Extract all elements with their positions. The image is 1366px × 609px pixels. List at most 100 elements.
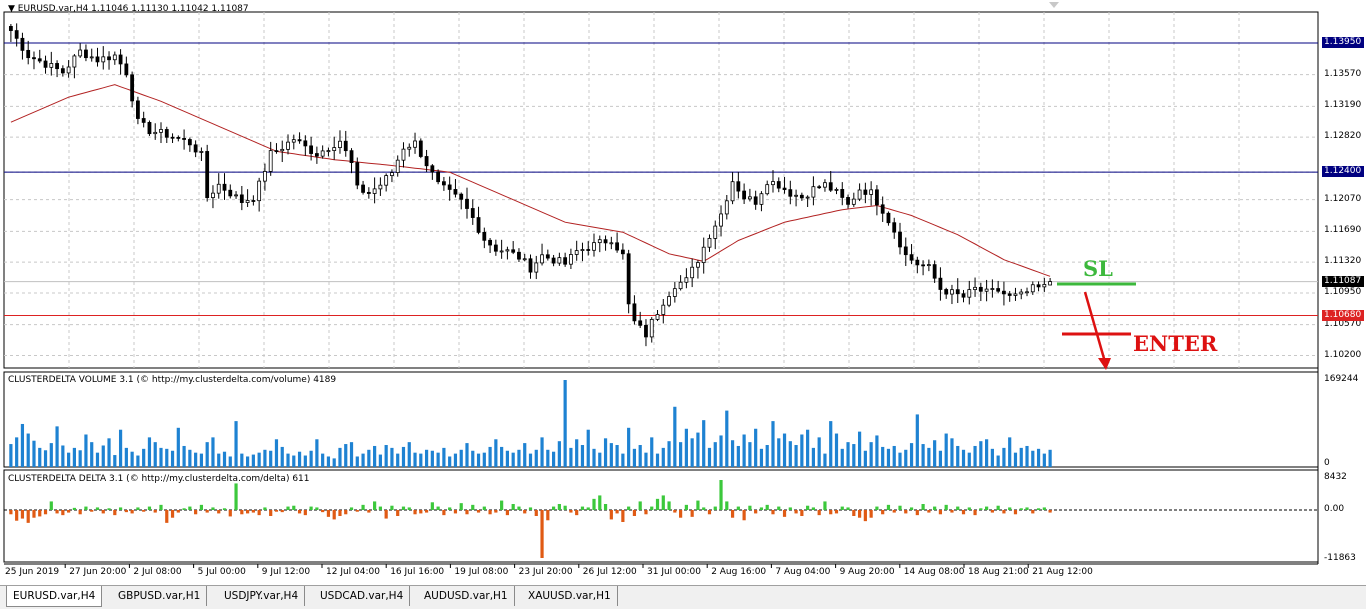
- candle-body: [418, 140, 423, 157]
- candle-body: [655, 314, 660, 320]
- delta-bar: [228, 510, 232, 517]
- candle-body: [1030, 284, 1035, 293]
- chart-tab-audusd[interactable]: AUDUSD.var,H1: [418, 586, 515, 606]
- candle-body: [799, 194, 804, 199]
- delta-bar: [909, 507, 914, 510]
- scroll-marker-icon[interactable]: [1049, 2, 1059, 8]
- delta-bar: [609, 510, 613, 520]
- delta-bar: [627, 506, 631, 510]
- delta-bar: [580, 506, 585, 510]
- volume-bar: [719, 435, 723, 467]
- volume-bar: [488, 446, 492, 467]
- volume-bar: [43, 450, 48, 467]
- delta-bar: [863, 510, 867, 522]
- candle-body: [239, 194, 244, 203]
- delta-bar: [401, 506, 406, 510]
- volume-bar: [834, 433, 839, 467]
- candle-body: [771, 181, 775, 186]
- volume-bar: [921, 444, 925, 467]
- delta-bar: [944, 504, 948, 510]
- volume-bar: [967, 452, 971, 467]
- volume-bar: [650, 437, 654, 467]
- volume-bar: [1008, 437, 1012, 467]
- volume-axis-label: 169244: [1324, 374, 1359, 384]
- delta-bar: [603, 504, 608, 510]
- candle-body: [37, 58, 42, 62]
- volume-bar: [1031, 450, 1035, 467]
- volume-bar: [528, 453, 533, 467]
- volume-bar: [274, 439, 279, 467]
- volume-bar: [569, 447, 573, 467]
- delta-bar: [136, 507, 140, 510]
- candle-body: [505, 249, 510, 252]
- volume-bar: [944, 433, 948, 467]
- volume-bar: [90, 442, 94, 467]
- volume-bar: [217, 453, 221, 467]
- candle-body: [101, 56, 106, 63]
- chart-tab-usdcad[interactable]: USDCAD.var,H4: [314, 586, 411, 606]
- delta-bar: [32, 510, 36, 518]
- candle-body: [921, 264, 925, 267]
- volume-bar: [95, 452, 100, 467]
- delta-bar: [938, 510, 943, 515]
- candle-body: [603, 239, 608, 244]
- delta-bar: [950, 510, 954, 513]
- volume-bar: [505, 450, 510, 467]
- volume-bar: [592, 448, 596, 467]
- time-axis-label: 19 Jul 08:00: [454, 567, 509, 577]
- volume-bar: [904, 449, 908, 467]
- candle-body: [592, 242, 596, 251]
- delta-bar: [898, 505, 902, 510]
- chart-tab-usdjpy[interactable]: USDJPY.var,H4: [218, 586, 306, 606]
- volume-indicator-title: CLUSTERDELTA VOLUME 3.1 (© http://my.clu…: [8, 375, 337, 385]
- candle-body: [580, 249, 585, 252]
- candle-body: [823, 182, 827, 188]
- delta-bar: [355, 510, 359, 512]
- volume-bar: [159, 447, 163, 467]
- candle-body: [672, 288, 677, 297]
- candle-body: [788, 189, 793, 197]
- candle-body: [488, 239, 492, 246]
- volume-bar: [852, 444, 856, 467]
- delta-bar: [55, 510, 59, 514]
- volume-bar: [707, 447, 712, 467]
- volume-bar: [269, 450, 273, 467]
- delta-bar: [1013, 510, 1018, 515]
- volume-bar: [153, 442, 157, 467]
- delta-bar: [857, 510, 862, 518]
- chart-tab-eurusd[interactable]: EURUSD.var,H4: [6, 586, 103, 607]
- chart-tab-gbpusd[interactable]: GBPUSD.var,H1: [112, 586, 208, 606]
- volume-bar: [644, 452, 648, 467]
- delta-bar: [471, 504, 475, 510]
- candle-body: [493, 244, 498, 252]
- delta-axis-label: 8432: [1324, 472, 1347, 482]
- volume-bar: [684, 428, 688, 467]
- time-axis-label: 25 Jun 2019: [5, 567, 60, 577]
- volume-bar: [199, 453, 204, 467]
- chart-canvas[interactable]: [0, 0, 1366, 586]
- candle-body: [1007, 293, 1012, 296]
- volume-bar: [661, 447, 665, 467]
- chart-menu-triangle-icon[interactable]: ▼: [8, 4, 15, 14]
- delta-bar: [9, 510, 13, 515]
- candle-body: [782, 187, 787, 191]
- volume-bar: [546, 449, 550, 467]
- delta-bar: [973, 510, 977, 516]
- volume-bar: [401, 446, 406, 467]
- delta-bar: [846, 507, 850, 510]
- delta-bar: [476, 510, 481, 513]
- candle-body: [20, 37, 25, 51]
- candle-body: [332, 147, 337, 151]
- volume-bar: [586, 429, 590, 467]
- volume-bar: [234, 421, 238, 467]
- candle-body: [430, 165, 435, 173]
- delta-bar: [107, 508, 111, 510]
- price-axis-label: 1.11690: [1324, 225, 1362, 236]
- delta-bar: [1042, 507, 1046, 510]
- candle-body: [424, 156, 429, 167]
- candle-body: [742, 190, 747, 200]
- candle-body: [528, 258, 533, 273]
- candle-body: [78, 49, 83, 57]
- candle-body: [753, 196, 758, 205]
- chart-tab-xauusd[interactable]: XAUUSD.var,H1: [522, 586, 618, 606]
